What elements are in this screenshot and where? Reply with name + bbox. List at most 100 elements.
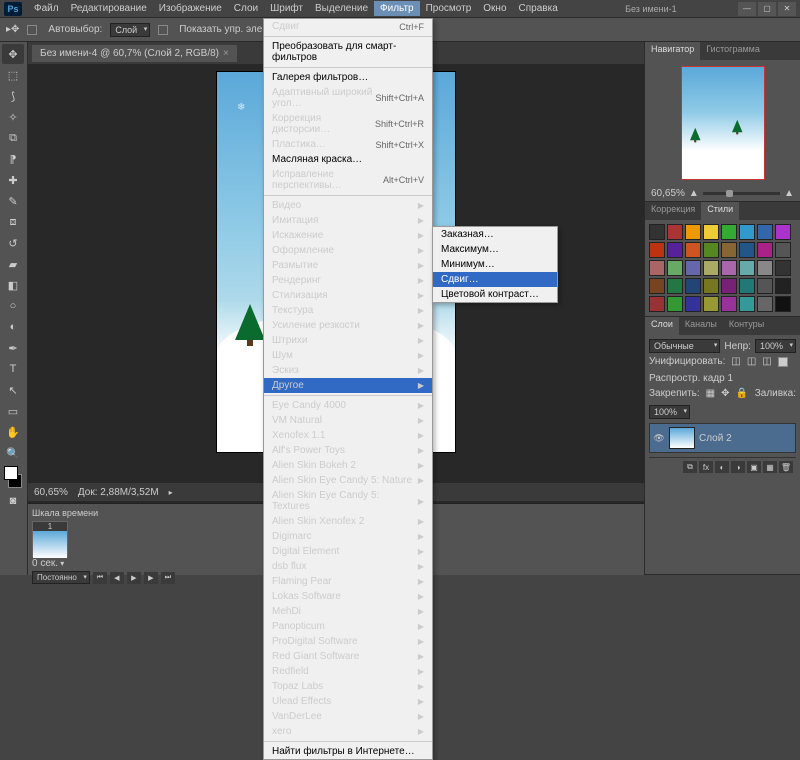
gradient-tool[interactable]: ◧ — [2, 275, 24, 295]
style-swatch[interactable] — [739, 242, 755, 258]
layer-thumbnail[interactable] — [669, 427, 695, 449]
lock-pixels-icon[interactable]: ▦ — [706, 388, 715, 399]
menu-plugin[interactable]: VM Natural▶ — [264, 413, 432, 428]
tab-layers[interactable]: Слои — [645, 317, 679, 335]
style-swatch[interactable] — [775, 278, 791, 294]
menu-filter-group[interactable]: Усиление резкости▶ — [264, 318, 432, 333]
heal-tool[interactable]: ✚ — [2, 170, 24, 190]
style-swatch[interactable] — [685, 242, 701, 258]
lock-position-icon[interactable]: ✥ — [721, 388, 729, 399]
submenu-item[interactable]: Заказная… — [433, 227, 557, 242]
menu-plugin[interactable]: dsb flux▶ — [264, 559, 432, 574]
menu-filter-group[interactable]: Текстура▶ — [264, 303, 432, 318]
menu-last-filter[interactable]: СдвигCtrl+F — [264, 19, 432, 34]
menu-adaptive-wide[interactable]: Адаптивный широкий угол…Shift+Ctrl+A — [264, 85, 432, 111]
menu-файл[interactable]: Файл — [28, 1, 65, 16]
eyedropper-tool[interactable]: ⁋ — [2, 149, 24, 169]
submenu-item[interactable]: Минимум… — [433, 257, 557, 272]
style-swatch[interactable] — [721, 224, 737, 240]
blur-tool[interactable]: ○ — [2, 296, 24, 316]
transform-checkbox[interactable] — [158, 25, 168, 35]
unify-icon[interactable]: ◫ — [731, 356, 740, 367]
menu-plugin[interactable]: Alien Skin Bokeh 2▶ — [264, 458, 432, 473]
menu-plugin[interactable]: Xenofex 1.1▶ — [264, 428, 432, 443]
eraser-tool[interactable]: ▰ — [2, 254, 24, 274]
menu-plugin[interactable]: Red Giant Software▶ — [264, 649, 432, 664]
minimize-button[interactable]: — — [738, 2, 756, 16]
last-frame-button[interactable]: ⏭ — [161, 572, 175, 584]
menu-filter-group[interactable]: Стилизация▶ — [264, 288, 432, 303]
style-swatch[interactable] — [703, 296, 719, 312]
menu-filter-group[interactable]: Искажение▶ — [264, 228, 432, 243]
menu-plugin[interactable]: Panopticum▶ — [264, 619, 432, 634]
menu-plugin[interactable]: Topaz Labs▶ — [264, 679, 432, 694]
visibility-icon[interactable]: 👁 — [653, 432, 665, 444]
lock-all-icon[interactable]: 🔒 — [736, 388, 748, 399]
style-swatch[interactable] — [757, 224, 773, 240]
tab-histogram[interactable]: Гистограмма — [700, 42, 766, 60]
menu-filter-group[interactable]: Размытие▶ — [264, 258, 432, 273]
style-swatch[interactable] — [685, 224, 701, 240]
style-swatch[interactable] — [703, 224, 719, 240]
next-frame-button[interactable]: ▶ — [144, 572, 158, 584]
frame-delay[interactable]: 0 сек. — [32, 558, 58, 569]
style-swatch[interactable] — [739, 296, 755, 312]
menu-plugin[interactable]: VanDerLee▶ — [264, 709, 432, 724]
menu-filter-group[interactable]: Имитация▶ — [264, 213, 432, 228]
menu-filter-group[interactable]: Другое▶ — [264, 378, 432, 393]
layer-name[interactable]: Слой 2 — [699, 433, 732, 444]
style-swatch[interactable] — [649, 296, 665, 312]
type-tool[interactable]: T — [2, 359, 24, 379]
style-swatch[interactable] — [685, 296, 701, 312]
style-swatch[interactable] — [739, 278, 755, 294]
menu-oil-paint[interactable]: Масляная краска… — [264, 152, 432, 167]
color-swatch[interactable] — [2, 464, 24, 490]
menu-filter-group[interactable]: Видео▶ — [264, 198, 432, 213]
menu-plugin[interactable]: MehDi▶ — [264, 604, 432, 619]
zoom-in-icon[interactable]: ▲ — [784, 188, 794, 199]
menu-изображение[interactable]: Изображение — [153, 1, 228, 16]
style-swatch[interactable] — [757, 242, 773, 258]
menu-smart-filters[interactable]: Преобразовать для смарт-фильтров — [264, 39, 432, 65]
navigator-thumbnail[interactable] — [681, 66, 765, 180]
pen-tool[interactable]: ✒ — [2, 338, 24, 358]
crop-tool[interactable]: ⧉ — [2, 128, 24, 148]
menu-filter-group[interactable]: Шум▶ — [264, 348, 432, 363]
menu-filter-group[interactable]: Оформление▶ — [264, 243, 432, 258]
layer-group-button[interactable]: ▣ — [747, 461, 761, 473]
stamp-tool[interactable]: ⧈ — [2, 212, 24, 232]
unify-icon[interactable]: ◫ — [762, 356, 771, 367]
hand-tool[interactable]: ✋ — [2, 422, 24, 442]
menu-plugin[interactable]: xero▶ — [264, 724, 432, 739]
maximize-button[interactable]: ▢ — [758, 2, 776, 16]
menu-окно[interactable]: Окно — [477, 1, 512, 16]
menu-слои[interactable]: Слои — [228, 1, 264, 16]
zoom-out-icon[interactable]: ▲ — [689, 188, 699, 199]
quickmask-toggle[interactable]: ◙ — [2, 491, 24, 511]
menu-filter-gallery[interactable]: Галерея фильтров… — [264, 70, 432, 85]
menu-plugin[interactable]: Alien Skin Xenofex 2▶ — [264, 514, 432, 529]
menu-справка[interactable]: Справка — [513, 1, 564, 16]
opacity-input[interactable]: 100% — [755, 339, 796, 353]
style-swatch[interactable] — [775, 224, 791, 240]
autoselect-checkbox[interactable] — [27, 25, 37, 35]
submenu-item[interactable]: Сдвиг… — [433, 272, 557, 287]
menu-plugin[interactable]: ProDigital Software▶ — [264, 634, 432, 649]
first-frame-button[interactable]: ⏮ — [93, 572, 107, 584]
history-brush-tool[interactable]: ↺ — [2, 233, 24, 253]
menu-plugin[interactable]: Ulead Effects▶ — [264, 694, 432, 709]
style-swatch[interactable] — [703, 278, 719, 294]
propagate-checkbox[interactable] — [778, 357, 788, 367]
delete-layer-button[interactable]: 🗑 — [779, 461, 793, 473]
style-swatch[interactable] — [721, 260, 737, 276]
menu-liquify[interactable]: Пластика…Shift+Ctrl+X — [264, 137, 432, 152]
dodge-tool[interactable]: ◐ — [2, 317, 24, 337]
layer-style-button[interactable]: fx — [699, 461, 713, 473]
style-swatch[interactable] — [775, 296, 791, 312]
tab-adjustments[interactable]: Коррекция — [645, 202, 701, 220]
style-swatch[interactable] — [721, 278, 737, 294]
style-swatch[interactable] — [775, 260, 791, 276]
menu-выделение[interactable]: Выделение — [309, 1, 374, 16]
style-swatch[interactable] — [703, 242, 719, 258]
style-swatch[interactable] — [685, 278, 701, 294]
